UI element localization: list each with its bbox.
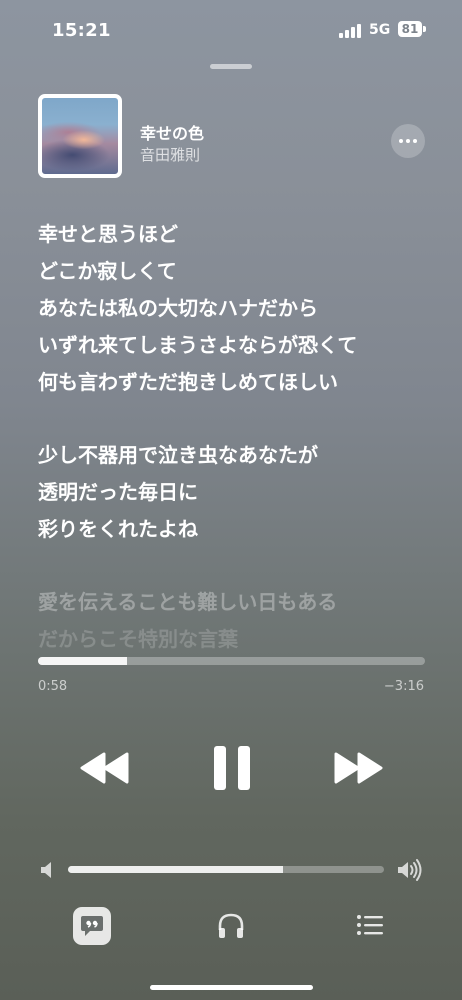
home-indicator[interactable]: [150, 985, 313, 990]
lyrics-panel[interactable]: 幸せと思うほど どこか寂しくて あなたは私の大切なハナだから いずれ来てしまうさ…: [38, 216, 438, 658]
more-button[interactable]: [391, 124, 425, 158]
lyric-line[interactable]: あなたは私の大切なハナだから: [38, 290, 438, 327]
lyric-line[interactable]: 幸せと思うほど: [38, 216, 438, 253]
forward-button[interactable]: [333, 752, 383, 784]
lyrics-button[interactable]: [73, 907, 111, 945]
battery-icon: 81: [398, 21, 426, 37]
lyric-line[interactable]: 何も言わずただ抱きしめてほしい: [38, 364, 438, 401]
list-icon: [357, 915, 383, 935]
playback-scrubber[interactable]: [38, 657, 425, 665]
speaker-high-icon: [397, 858, 423, 882]
more-horizontal-icon: [399, 139, 403, 143]
pause-button[interactable]: [212, 744, 252, 792]
lyric-line[interactable]: いずれ来てしまうさよならが恐くて: [38, 327, 438, 364]
lyric-line[interactable]: 透明だった毎日に: [38, 474, 438, 511]
speaker-low-icon: [40, 860, 54, 880]
sheet-grabber[interactable]: [210, 64, 252, 69]
headphones-icon: [218, 913, 244, 938]
status-time: 15:21: [52, 20, 111, 41]
lyrics-quote-icon: [81, 916, 103, 936]
forward-icon: [334, 752, 383, 784]
song-title: 幸せの色: [140, 124, 205, 143]
backward-icon: [80, 752, 129, 784]
volume-slider[interactable]: [68, 866, 384, 873]
album-artwork[interactable]: [38, 94, 122, 178]
lyric-line[interactable]: どこか寂しくて: [38, 253, 438, 290]
time-remaining: −3:16: [383, 679, 424, 694]
network-type: 5G: [369, 22, 391, 38]
pause-icon: [214, 746, 250, 790]
battery-level: 81: [398, 21, 422, 37]
song-artist[interactable]: 音田雅則: [140, 144, 200, 165]
audio-output-button[interactable]: [215, 910, 247, 942]
lyric-line[interactable]: 少し不器用で泣き虫なあなたが: [38, 437, 438, 474]
queue-button[interactable]: [355, 913, 385, 937]
lyric-line-upcoming[interactable]: 愛を伝えることも難しい日もある: [38, 584, 438, 621]
cellular-signal-icon: [339, 24, 361, 38]
volume-fill: [68, 866, 283, 873]
lyric-line[interactable]: 彩りをくれたよね: [38, 511, 438, 548]
lyric-line-upcoming[interactable]: だからこそ特別な言葉: [38, 621, 438, 658]
time-elapsed: 0:58: [38, 679, 68, 694]
playback-progress-fill: [38, 657, 127, 665]
rewind-button[interactable]: [80, 752, 130, 784]
